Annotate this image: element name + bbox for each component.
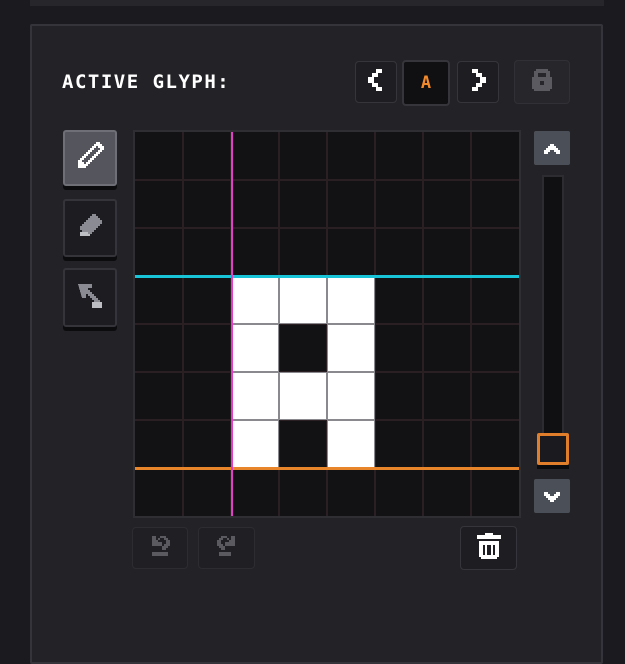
cap-height-guide bbox=[135, 275, 519, 278]
scroll-up-button[interactable] bbox=[534, 131, 570, 165]
eraser-tool-button[interactable] bbox=[63, 199, 117, 257]
chevron-right-icon bbox=[468, 69, 488, 95]
lock-icon bbox=[530, 69, 554, 95]
filled-pixel[interactable] bbox=[279, 372, 327, 420]
filled-pixel[interactable] bbox=[279, 276, 327, 324]
filled-pixel[interactable] bbox=[231, 372, 279, 420]
scroll-down-button[interactable] bbox=[534, 479, 570, 513]
filled-pixel[interactable] bbox=[231, 276, 279, 324]
filled-pixel[interactable] bbox=[327, 276, 375, 324]
vertical-scroll-track[interactable] bbox=[542, 175, 564, 465]
prev-glyph-button[interactable] bbox=[355, 61, 397, 103]
filled-pixel[interactable] bbox=[231, 324, 279, 372]
filled-pixel[interactable] bbox=[327, 324, 375, 372]
baseline-guide bbox=[135, 467, 519, 470]
eraser-icon bbox=[74, 210, 106, 246]
chevron-down-icon bbox=[544, 487, 560, 506]
chevron-left-icon bbox=[366, 69, 386, 95]
select-tool-button[interactable] bbox=[63, 268, 117, 327]
lock-button[interactable] bbox=[514, 60, 570, 104]
next-glyph-button[interactable] bbox=[457, 61, 499, 103]
scroll-thumb[interactable] bbox=[537, 433, 569, 465]
grid-line-horizontal bbox=[135, 179, 519, 181]
undo-button[interactable] bbox=[132, 527, 188, 569]
pencil-icon bbox=[74, 140, 106, 176]
filled-pixel[interactable] bbox=[327, 372, 375, 420]
pencil-tool-button[interactable] bbox=[63, 130, 117, 186]
delete-glyph-button[interactable] bbox=[460, 526, 517, 570]
redo-icon bbox=[215, 534, 239, 562]
chevron-up-icon bbox=[544, 139, 560, 158]
current-glyph-box: A bbox=[402, 60, 450, 106]
select-icon bbox=[74, 280, 106, 316]
top-strip bbox=[30, 0, 604, 6]
left-bearing-guide[interactable] bbox=[231, 132, 233, 516]
active-glyph-title: ACTIVE GLYPH: bbox=[62, 71, 231, 93]
scroll-thumb-shadow bbox=[537, 465, 569, 469]
grid-line-horizontal bbox=[135, 227, 519, 229]
filled-pixel[interactable] bbox=[327, 420, 375, 468]
trash-icon bbox=[476, 533, 501, 563]
redo-button[interactable] bbox=[198, 527, 255, 569]
filled-pixel[interactable] bbox=[231, 420, 279, 468]
undo-icon bbox=[148, 534, 172, 562]
